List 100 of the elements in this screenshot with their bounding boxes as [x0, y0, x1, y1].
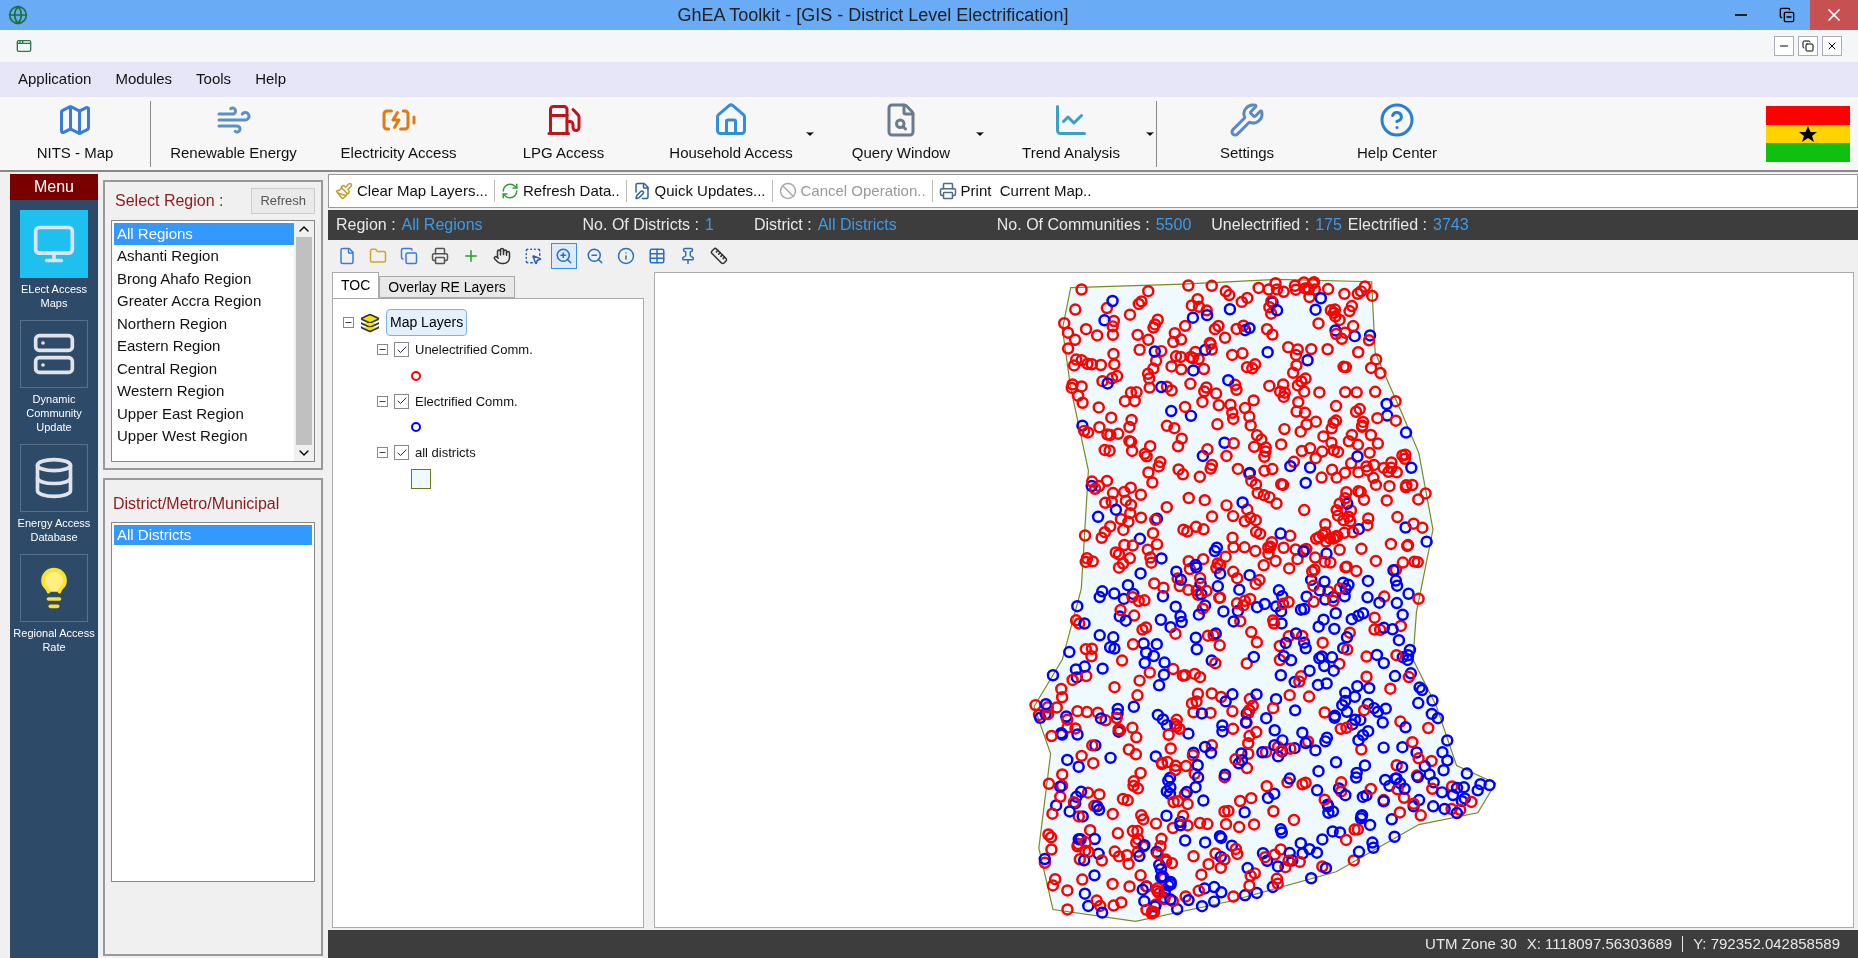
- tab[interactable]: Overlay RE Layers: [379, 276, 515, 298]
- toolbar-button[interactable]: Renewable Energy: [151, 100, 316, 170]
- region-list-item[interactable]: Western Region: [114, 380, 294, 403]
- collapse-icon[interactable]: [377, 447, 388, 459]
- layer-group-label[interactable]: Map Layers: [386, 309, 468, 336]
- house-icon: [713, 102, 749, 138]
- community-map-drawing[interactable]: [654, 272, 1854, 928]
- info-label: Region :: [336, 215, 396, 235]
- region-list-item[interactable]: Brong Ahafo Region: [114, 267, 294, 290]
- table-icon: [648, 247, 666, 265]
- status-x-coordinate: X: 1118097.56303689: [1526, 933, 1673, 954]
- collapse-icon[interactable]: [377, 395, 388, 407]
- action-button[interactable]: Print Current Map..: [936, 179, 1094, 203]
- restore-button[interactable]: [1798, 36, 1818, 56]
- region-list-item[interactable]: Ashanti Region: [114, 245, 294, 268]
- select-icon: [524, 247, 542, 265]
- region-list-item[interactable]: Eastern Region: [114, 335, 294, 358]
- menu-item[interactable]: Tools: [196, 68, 232, 91]
- copy-icon: [400, 247, 418, 265]
- scrollbar[interactable]: [294, 220, 314, 461]
- legend-symbol: [411, 370, 421, 381]
- layer-checkbox[interactable]: [394, 445, 409, 461]
- action-button[interactable]: Clear Map Layers...: [333, 179, 490, 203]
- brush-icon: [335, 182, 353, 200]
- ruler-icon: [710, 247, 728, 265]
- info-label: Electrified :: [1347, 215, 1427, 235]
- collapse-icon[interactable]: [377, 344, 388, 356]
- layers-icon: [360, 312, 380, 333]
- side-menu-item[interactable]: Dynamic Community Update: [12, 320, 96, 434]
- layer-checkbox[interactable]: [394, 342, 409, 358]
- layer-label: all districts: [415, 444, 476, 462]
- menu-header: Menu: [10, 174, 98, 200]
- app-icon: [8, 5, 28, 25]
- line-chart-icon: [1053, 102, 1089, 138]
- legend-symbol: [411, 422, 421, 432]
- pan-hand-icon: [493, 247, 511, 265]
- server-rack-icon: [32, 332, 76, 376]
- toolbar-button[interactable]: NITS - Map: [0, 100, 150, 170]
- region-list-item[interactable]: Greater Accra Region: [114, 290, 294, 313]
- fuel-pump-icon: [545, 102, 582, 138]
- refresh-button[interactable]: Refresh: [251, 188, 315, 214]
- layer-checkbox[interactable]: [394, 393, 409, 409]
- toolbar-button[interactable]: Query Window: [816, 100, 986, 170]
- refresh-icon: [500, 182, 519, 200]
- region-list-item[interactable]: Central Region: [114, 357, 294, 380]
- info-icon: [617, 247, 635, 265]
- menu-item[interactable]: Modules: [115, 68, 173, 91]
- zoom-out-icon: [586, 247, 604, 265]
- region-list-item[interactable]: Northern Region: [114, 312, 294, 335]
- zoom-in-icon: [555, 247, 573, 265]
- window-title: GhEA Toolkit - [GIS - District Level Electrification]: [676, 3, 1070, 27]
- cancel-icon: [778, 182, 797, 200]
- menu-item[interactable]: Application: [18, 68, 92, 91]
- help-icon: [1379, 102, 1415, 138]
- new-file-icon: [338, 247, 356, 265]
- menu-item[interactable]: Help: [255, 68, 286, 91]
- toolbar-button[interactable]: Settings: [1177, 100, 1317, 170]
- action-button[interactable]: Refresh Data..: [498, 179, 622, 203]
- region-list-item[interactable]: Upper East Region: [114, 402, 294, 425]
- action-button[interactable]: Quick Updates...: [630, 179, 768, 203]
- edit-document-icon: [632, 182, 651, 200]
- info-label: No. Of Communities :: [996, 215, 1150, 235]
- legend-symbol: [411, 468, 431, 489]
- toolbar-button[interactable]: Electricity Access: [316, 100, 481, 170]
- info-value: 175: [1315, 215, 1342, 235]
- document-icon: [16, 38, 32, 54]
- layer-label: Unelectrified Comm.: [415, 341, 533, 359]
- info-label: Unelectrified :: [1211, 215, 1310, 235]
- pin-icon: [679, 247, 697, 265]
- info-value: All Regions: [401, 215, 483, 235]
- map-icon: [57, 102, 93, 138]
- folder-icon: [369, 247, 387, 265]
- tab[interactable]: TOC: [332, 272, 380, 298]
- collapse-icon[interactable]: [343, 317, 354, 328]
- minimize-button[interactable]: [1774, 36, 1794, 56]
- toolbar-button[interactable]: Trend Analysis: [986, 100, 1156, 170]
- restore-icon: [1802, 40, 1814, 52]
- toolbar-button[interactable]: Household Access: [646, 100, 816, 170]
- minimize-icon: [1735, 14, 1747, 16]
- info-value: 1: [705, 215, 714, 235]
- printer-icon: [431, 247, 449, 265]
- flag-icon: [1766, 105, 1850, 162]
- region-list-item[interactable]: Upper West Region: [114, 425, 294, 448]
- toolbar-button[interactable]: Help Center: [1317, 100, 1477, 170]
- info-label: District :: [753, 215, 812, 235]
- close-icon: [1826, 40, 1838, 52]
- toolbar-button[interactable]: LPG Access: [481, 100, 646, 170]
- layer-label: Electrified Comm.: [415, 392, 518, 411]
- info-label: No. Of Districts :: [582, 215, 699, 235]
- settings-icon: [1229, 102, 1265, 138]
- info-value: All Districts: [817, 215, 897, 235]
- close-button[interactable]: [1822, 36, 1842, 56]
- printer-icon: [938, 182, 957, 200]
- info-value: 5500: [1155, 215, 1192, 235]
- info-value: 3743: [1433, 215, 1469, 235]
- panel-title: District/Metro/Municipal: [113, 494, 281, 514]
- restore-icon: [1779, 7, 1795, 23]
- status-zone: UTM Zone 30: [1425, 933, 1517, 954]
- add-icon: [462, 247, 480, 265]
- panel-title: Select Region :: [115, 190, 224, 211]
